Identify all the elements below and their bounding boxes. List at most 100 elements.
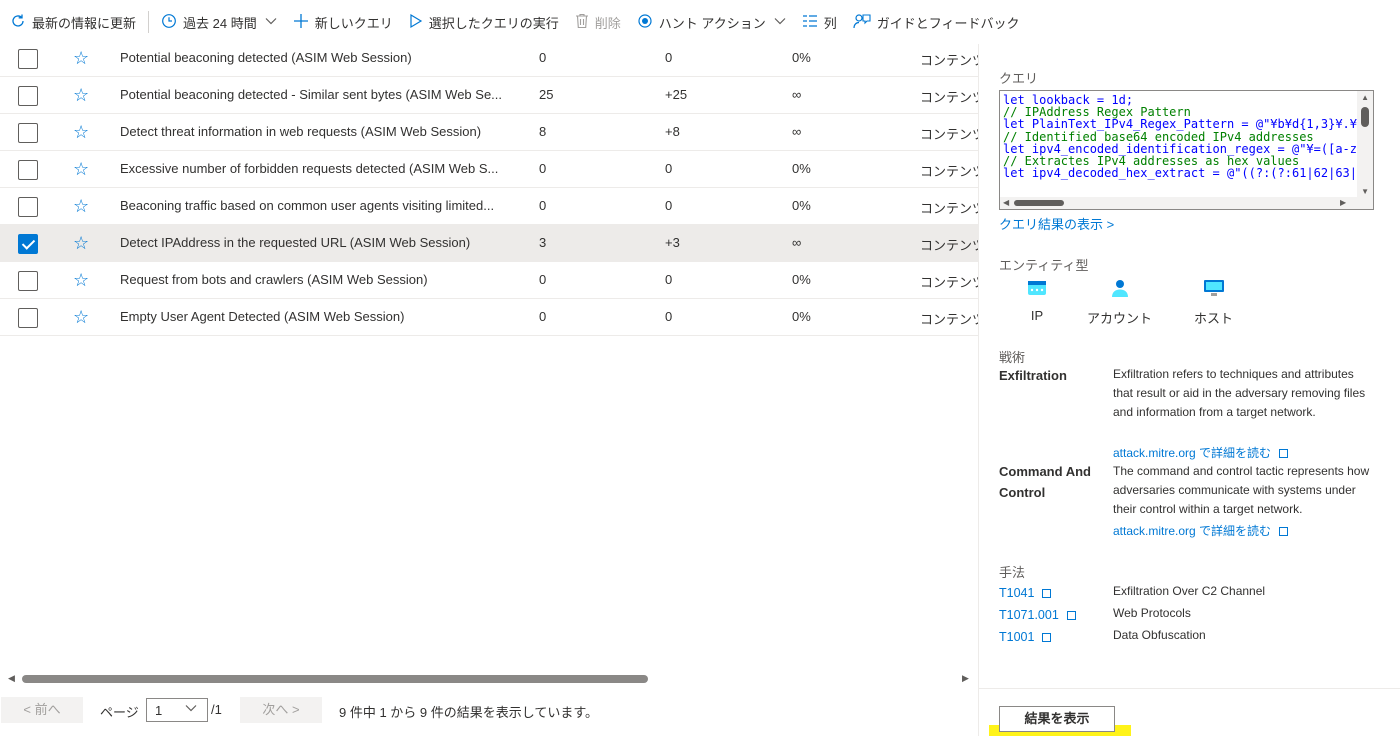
entity-types-label: エンティティ型 bbox=[999, 258, 1089, 273]
feedback-person-icon bbox=[853, 13, 871, 32]
row-checkbox[interactable] bbox=[18, 123, 38, 143]
time-range-label: 過去 24 時間 bbox=[183, 15, 257, 31]
code-horizontal-scrollbar-thumb[interactable] bbox=[1014, 200, 1064, 206]
query-name-cell[interactable]: Empty User Agent Detected (ASIM Web Sess… bbox=[120, 309, 520, 324]
tactic-learn-more-link[interactable]: attack.mitre.org で詳細を読む bbox=[1113, 522, 1289, 539]
row-checkbox[interactable] bbox=[18, 49, 38, 69]
star-icon[interactable]: ☆ bbox=[73, 122, 89, 142]
table-row[interactable]: ☆ Request from bots and crawlers (ASIM W… bbox=[0, 262, 978, 299]
run-selected-queries-button[interactable]: 選択したクエリの実行 bbox=[409, 0, 559, 44]
command-bar: 最新の情報に更新 過去 24 時間 新しいクエリ 選択したクエリの実行 削除 ハ… bbox=[0, 0, 1400, 44]
query-name-cell[interactable]: Potential beaconing detected (ASIM Web S… bbox=[120, 50, 520, 65]
source-cell: コンテンツ bbox=[920, 201, 978, 216]
account-icon bbox=[1111, 280, 1128, 297]
star-icon[interactable]: ☆ bbox=[73, 159, 89, 179]
query-name-cell[interactable]: Detect IPAddress in the requested URL (A… bbox=[120, 235, 520, 250]
table-row[interactable]: ☆ Excessive number of forbidden requests… bbox=[0, 151, 978, 188]
results-change-percent-cell: 0% bbox=[792, 309, 811, 324]
table-row[interactable]: ☆ Empty User Agent Detected (ASIM Web Se… bbox=[0, 299, 978, 336]
scroll-left-arrow-icon[interactable]: ◀ bbox=[8, 673, 15, 684]
star-icon[interactable]: ☆ bbox=[73, 270, 89, 290]
host-icon bbox=[1203, 280, 1224, 296]
guide-feedback-label: ガイドとフィードバック bbox=[876, 15, 1020, 31]
entity-host-label: ホスト bbox=[1194, 311, 1234, 326]
results-count-cell: 8 bbox=[539, 124, 547, 139]
table-row[interactable]: ☆ Potential beaconing detected (ASIM Web… bbox=[0, 40, 978, 77]
table-row[interactable]: ☆ Beaconing traffic based on common user… bbox=[0, 188, 978, 225]
new-query-button[interactable]: 新しいクエリ bbox=[293, 0, 393, 44]
previous-page-button[interactable]: < 前へ bbox=[1, 697, 83, 723]
row-checkbox[interactable] bbox=[18, 271, 38, 291]
results-count-cell: 0 bbox=[539, 198, 547, 213]
view-results-button[interactable]: 結果を表示 bbox=[999, 706, 1115, 732]
new-query-label: 新しいクエリ bbox=[314, 15, 393, 31]
technique-id-text: T1041 bbox=[999, 586, 1035, 600]
table-horizontal-scrollbar[interactable]: ◀ ▶ bbox=[0, 672, 976, 686]
query-name-cell[interactable]: Detect threat information in web request… bbox=[120, 124, 520, 139]
time-range-dropdown[interactable]: 過去 24 時間 bbox=[161, 0, 277, 44]
table-row[interactable]: ☆ Potential beaconing detected - Similar… bbox=[0, 77, 978, 114]
tactic-learn-more-link[interactable]: attack.mitre.org で詳細を読む bbox=[1113, 444, 1289, 461]
row-checkbox[interactable] bbox=[18, 197, 38, 217]
refresh-button[interactable]: 最新の情報に更新 bbox=[10, 0, 136, 44]
query-code-box[interactable]: let lookback = 1d; // IPAddress Regex Pa… bbox=[999, 90, 1374, 210]
scroll-left-arrow-icon[interactable]: ◀ bbox=[1003, 198, 1009, 207]
page-total: /1 bbox=[211, 702, 222, 717]
row-checkbox-checked[interactable] bbox=[18, 234, 38, 254]
code-vertical-scrollbar-thumb[interactable] bbox=[1361, 107, 1369, 127]
entity-host: ホスト bbox=[1194, 279, 1233, 327]
source-cell: コンテンツ bbox=[920, 90, 978, 105]
scroll-up-arrow-icon[interactable]: ▲ bbox=[1361, 93, 1369, 102]
scroll-down-arrow-icon[interactable]: ▼ bbox=[1361, 187, 1369, 196]
query-name-cell[interactable]: Potential beaconing detected - Similar s… bbox=[120, 87, 520, 102]
row-checkbox[interactable] bbox=[18, 308, 38, 328]
external-link-icon bbox=[1279, 449, 1289, 458]
page-label: ページ bbox=[100, 705, 139, 720]
delete-button[interactable]: 削除 bbox=[575, 0, 621, 44]
code-line: let ipv4_decoded_hex_extract = @"((?:(?:… bbox=[1003, 166, 1374, 181]
external-link-icon bbox=[1042, 589, 1052, 598]
scrollbar-thumb[interactable] bbox=[22, 675, 648, 683]
query-name-cell[interactable]: Excessive number of forbidden requests d… bbox=[120, 161, 520, 176]
guide-feedback-button[interactable]: ガイドとフィードバック bbox=[853, 0, 1020, 44]
results-count-cell: 0 bbox=[539, 50, 547, 65]
technique-name: Exfiltration Over C2 Channel bbox=[1113, 584, 1266, 598]
page-number-select[interactable]: 1 bbox=[146, 698, 208, 722]
source-cell: コンテンツ bbox=[920, 127, 978, 142]
star-icon[interactable]: ☆ bbox=[73, 48, 89, 68]
table-row[interactable]: ☆ Detect threat information in web reque… bbox=[0, 114, 978, 151]
row-checkbox[interactable] bbox=[18, 160, 38, 180]
results-change-percent-cell: 0% bbox=[792, 50, 811, 65]
results-count-cell: 3 bbox=[539, 235, 547, 250]
results-count-cell: 0 bbox=[539, 309, 547, 324]
technique-id-link[interactable]: T1041 bbox=[999, 586, 1052, 600]
view-query-results-link[interactable]: クエリ結果の表示 > bbox=[999, 214, 1114, 233]
tactic-name: Command And Control bbox=[999, 464, 1091, 500]
query-name-cell[interactable]: Request from bots and crawlers (ASIM Web… bbox=[120, 272, 520, 287]
chevron-down-icon bbox=[774, 16, 786, 28]
columns-icon bbox=[802, 14, 818, 31]
tactic-description: Exfiltration refers to techniques and at… bbox=[1113, 367, 1366, 419]
query-name-cell[interactable]: Beaconing traffic based on common user a… bbox=[120, 198, 520, 213]
technique-id-link[interactable]: T1001 bbox=[999, 630, 1052, 644]
results-count-cell: 0 bbox=[539, 272, 547, 287]
row-checkbox[interactable] bbox=[18, 86, 38, 106]
technique-id-text: T1001 bbox=[999, 630, 1035, 644]
star-icon[interactable]: ☆ bbox=[73, 196, 89, 216]
technique-id-link[interactable]: T1071.001 bbox=[999, 608, 1076, 622]
play-icon bbox=[409, 13, 423, 32]
star-icon[interactable]: ☆ bbox=[73, 233, 89, 253]
star-icon[interactable]: ☆ bbox=[73, 307, 89, 327]
next-page-button[interactable]: 次へ > bbox=[240, 697, 322, 723]
scroll-right-arrow-icon[interactable]: ▶ bbox=[1340, 198, 1346, 207]
hunting-queries-table: ☆ Potential beaconing detected (ASIM Web… bbox=[0, 40, 978, 336]
results-change-cell: 0 bbox=[665, 161, 673, 176]
tactics-label: 戦術 bbox=[999, 350, 1026, 365]
scroll-right-arrow-icon[interactable]: ▶ bbox=[962, 673, 969, 684]
entity-ip: IP bbox=[1027, 279, 1047, 323]
columns-button[interactable]: 列 bbox=[802, 0, 837, 44]
chevron-down-icon bbox=[185, 703, 197, 715]
star-icon[interactable]: ☆ bbox=[73, 85, 89, 105]
hunt-actions-dropdown[interactable]: ハント アクション bbox=[637, 0, 786, 44]
table-row-selected[interactable]: ☆ Detect IPAddress in the requested URL … bbox=[0, 225, 978, 262]
